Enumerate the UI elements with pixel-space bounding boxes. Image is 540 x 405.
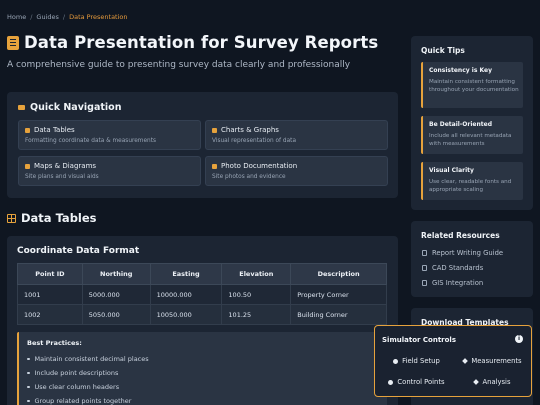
column-header-northing: Northing <box>81 263 151 285</box>
column-header-point-id: Point ID <box>17 263 83 285</box>
analysis-button[interactable]: Analysis <box>455 375 530 389</box>
table-cell: 5050.000 <box>81 304 151 325</box>
button-label: Analysis <box>482 378 511 386</box>
table-cell: 10000.000 <box>149 284 223 305</box>
coordinate-table: Point ID Northing Easting Elevation Desc… <box>17 263 387 325</box>
table-row: 1002 5050.000 10050.000 101.25 Building … <box>17 304 387 325</box>
related-resources-title: Related Resources <box>421 231 500 240</box>
resource-link-cad-standards[interactable]: CAD Standards <box>422 264 483 272</box>
map-icon <box>25 163 30 169</box>
table-cell: 100.50 <box>221 284 292 305</box>
table-cell: 5000.000 <box>81 284 151 305</box>
table-icon <box>7 213 16 223</box>
table-row: 1001 5000.000 10000.000 100.50 Property … <box>17 284 387 305</box>
tip-title: Visual Clarity <box>429 167 474 174</box>
chart-icon <box>473 379 480 385</box>
table-cell: 10050.000 <box>149 304 223 325</box>
list-item: Use clear column headers <box>27 380 149 394</box>
breadcrumb-separator: / <box>62 13 66 21</box>
page-subtitle: A comprehensive guide to presenting surv… <box>7 60 351 70</box>
best-practices-box: Best Practices: Maintain consistent deci… <box>17 332 387 405</box>
quick-tips-panel: Quick Tips Consistency is Key Maintain c… <box>411 36 533 210</box>
nav-card-label: Data Tables <box>34 126 75 134</box>
nav-card-label: Charts & Graphs <box>221 126 279 134</box>
page-title: Data Presentation for Survey Reports <box>7 33 378 52</box>
coordinate-data-title: Coordinate Data Format <box>17 246 140 256</box>
button-label: Measurements <box>471 357 522 365</box>
table-icon <box>25 127 30 133</box>
breadcrumb-current: Data Presentation <box>69 13 128 21</box>
map-pin-icon <box>422 280 427 286</box>
tip-title: Consistency is Key <box>429 67 493 74</box>
nav-card-desc: Visual representation of data <box>212 138 296 144</box>
list-item: Include point descriptions <box>27 366 149 380</box>
quick-navigation-panel: Quick Navigation Data Tables Formatting … <box>7 92 398 198</box>
drafting-icon <box>422 265 427 271</box>
breadcrumb-guides[interactable]: Guides <box>36 13 58 21</box>
quick-tips-title: Quick Tips <box>421 46 465 55</box>
nav-card-label: Photo Documentation <box>221 162 298 170</box>
list-item: Maintain consistent decimal places <box>27 352 149 366</box>
info-icon[interactable]: i <box>515 335 523 343</box>
nav-card-maps-diagrams[interactable]: Maps & Diagrams Site plans and visual ai… <box>18 156 201 186</box>
nav-card-desc: Site plans and visual aids <box>25 174 99 180</box>
table-cell: 101.25 <box>221 304 292 325</box>
ruler-icon <box>462 358 469 364</box>
nav-card-desc: Formatting coordinate data & measurement… <box>25 138 156 144</box>
page-title-text: Data Presentation for Survey Reports <box>24 33 379 52</box>
column-header-description: Description <box>290 263 387 285</box>
control-points-button[interactable]: Control Points <box>379 375 454 389</box>
nav-card-data-tables[interactable]: Data Tables Formatting coordinate data &… <box>18 120 201 150</box>
nav-card-photo-documentation[interactable]: Photo Documentation Site photos and evid… <box>205 156 388 186</box>
quick-navigation-title-text: Quick Navigation <box>30 102 122 113</box>
table-cell: 1001 <box>17 284 83 305</box>
tip-card: Be Detail-Oriented Include all relevant … <box>421 116 523 154</box>
related-resources-panel: Related Resources Report Writing Guide C… <box>411 221 533 297</box>
list-item: Group related points together <box>27 394 149 405</box>
resource-link-label: GIS Integration <box>432 279 484 287</box>
gear-icon <box>393 358 399 364</box>
resource-link-report-writing[interactable]: Report Writing Guide <box>422 249 503 257</box>
breadcrumb: Home / Guides / Data Presentation <box>7 13 128 21</box>
map-pin-icon <box>388 379 394 385</box>
best-practices-title: Best Practices: <box>27 339 82 347</box>
resource-link-label: CAD Standards <box>432 264 484 272</box>
tip-title: Be Detail-Oriented <box>429 121 492 128</box>
tip-desc: Include all relevant metadata with measu… <box>429 133 512 148</box>
tip-card: Visual Clarity Use clear, readable fonts… <box>421 162 523 200</box>
section-title-data-tables: Data Tables <box>7 211 97 225</box>
tip-desc: Maintain consistent formatting throughou… <box>429 79 519 94</box>
chart-icon <box>212 127 217 133</box>
simulator-controls-title: Simulator Controls <box>382 336 456 344</box>
document-icon <box>422 250 427 256</box>
report-icon <box>7 35 19 50</box>
resource-link-gis-integration[interactable]: GIS Integration <box>422 279 483 287</box>
button-label: Field Setup <box>402 357 440 365</box>
field-setup-button[interactable]: Field Setup <box>379 354 454 368</box>
camera-icon <box>212 163 217 169</box>
coordinate-data-panel: Coordinate Data Format Point ID Northing… <box>7 236 398 405</box>
column-header-easting: Easting <box>149 263 223 285</box>
nav-card-charts-graphs[interactable]: Charts & Graphs Visual representation of… <box>205 120 388 150</box>
best-practices-list: Maintain consistent decimal places Inclu… <box>27 352 149 405</box>
compass-icon <box>18 105 25 110</box>
section-title-text: Data Tables <box>21 211 97 225</box>
table-header-row: Point ID Northing Easting Elevation Desc… <box>17 263 387 285</box>
table-cell: 1002 <box>17 304 83 325</box>
tip-desc: Use clear, readable fonts and appropriat… <box>429 179 512 194</box>
table-cell: Building Corner <box>290 304 387 325</box>
measurements-button[interactable]: Measurements <box>455 354 530 368</box>
breadcrumb-separator: / <box>30 13 33 21</box>
table-cell: Property Corner <box>290 284 387 305</box>
quick-navigation-title: Quick Navigation <box>18 102 121 113</box>
breadcrumb-home[interactable]: Home <box>7 13 26 21</box>
tip-card: Consistency is Key Maintain consistent f… <box>421 62 523 108</box>
button-label: Control Points <box>397 378 445 386</box>
resource-link-label: Report Writing Guide <box>432 249 504 257</box>
simulator-controls-panel: Simulator Controls i Field Setup Measure… <box>374 325 532 397</box>
nav-card-label: Maps & Diagrams <box>34 162 97 170</box>
column-header-elevation: Elevation <box>221 263 292 285</box>
nav-card-desc: Site photos and evidence <box>212 174 286 180</box>
